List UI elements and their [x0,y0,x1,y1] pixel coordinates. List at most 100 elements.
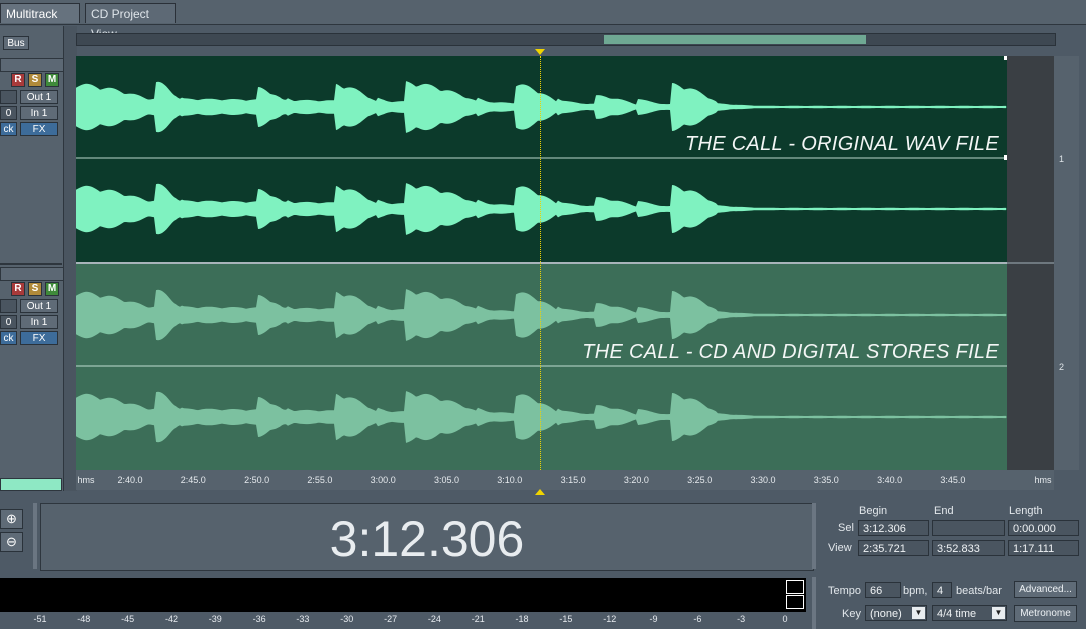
track-number-column: 1 2 [1054,56,1079,470]
tab-bar: Multitrack View CD Project View [0,0,1086,41]
meter-scale-label: -33 [296,614,310,624]
track-2-name-field[interactable] [0,267,64,281]
view-begin-field[interactable]: 2:35.721 [858,540,929,556]
ruler-tick-label: 3:35.0 [813,475,839,485]
panel-splitter-3[interactable] [812,577,816,629]
meter-scale-label: -45 [121,614,135,624]
track-1-volume-value[interactable]: 0 [0,106,17,120]
playhead-bottom-marker-icon[interactable] [535,489,545,495]
panel-splitter[interactable] [33,503,37,569]
meter-scale-label: -36 [252,614,266,624]
meter-scale-label: -51 [33,614,47,624]
track-1-waveform [76,81,1007,235]
sel-end-field[interactable] [932,520,1005,536]
zoom-in-vertical-icon[interactable]: ⊕ [0,509,23,529]
ruler-tick-label: 2:50.0 [244,475,270,485]
playhead-cursor[interactable] [540,56,541,470]
meter-scale-label: -48 [77,614,91,624]
meter-scale-label: -15 [559,614,573,624]
track-1-lock-button[interactable]: ck [0,122,17,136]
view-length-field[interactable]: 1:17.111 [1008,540,1079,556]
ruler-tick-label: 3:40.0 [877,475,903,485]
tab-multitrack-view[interactable]: Multitrack View [0,3,80,41]
ruler-tick-label: 3:05.0 [433,475,460,485]
ruler-tick-label: 2:55.0 [307,475,333,485]
overview-view-range[interactable] [604,35,866,44]
meter-scale-label: -21 [471,614,485,624]
key-select-value: (none) [870,608,902,620]
playhead-top-marker-icon[interactable] [535,49,545,55]
time-signature-value: 4/4 time [937,608,977,620]
ruler-tick-label: 3:00.0 [370,475,396,485]
empty-track-divider [1007,262,1054,264]
track-1-name-field[interactable] [0,58,64,72]
selection-view-panel: Begin End Length Sel View 3:12.306 0:00.… [820,503,1086,569]
waveform-area[interactable]: THE CALL - ORIGINAL WAV FILE THE CALL - … [76,56,1009,470]
ruler-tick-label: 3:20.0 [623,475,649,485]
track-2-lock-button[interactable]: ck [0,331,17,345]
track-1-volume-field[interactable] [0,90,17,104]
track-2-clip[interactable]: THE CALL - CD AND DIGITAL STORES FILE [76,264,1007,470]
track-2-output-button[interactable]: Out 1 [20,299,58,313]
track-1-mute-button[interactable]: M [45,73,59,87]
meter-scale-label: -6 [693,614,702,624]
zoom-out-vertical-icon[interactable]: ⊖ [0,532,23,552]
ruler-tick-label: 3:25.0 [687,475,713,485]
beats-per-bar-field[interactable]: 4 [932,582,952,598]
meter-scale-label: -42 [164,614,178,624]
sel-label: Sel [838,522,854,534]
meter-scale-label: 0 [782,614,788,624]
track-separator [0,263,62,265]
track-2-fx-button[interactable]: FX [20,331,58,345]
bpm-label: bpm, [903,585,928,597]
clip-indicator-right[interactable] [786,595,804,609]
metronome-button[interactable]: Metronome [1014,605,1077,622]
tab-cd-project-view[interactable]: CD Project View [85,3,176,41]
ruler-tick-label: 2:40.0 [117,475,143,485]
track-2-record-button[interactable]: R [11,282,25,296]
track-1-clip[interactable]: THE CALL - ORIGINAL WAV FILE [76,56,1007,262]
clip-indicator-left[interactable] [786,580,804,594]
track-2-volume-field[interactable] [0,299,17,313]
track-1-fx-button[interactable]: FX [20,122,58,136]
tempo-bpm-field[interactable]: 66 [865,582,901,598]
track-2-clip-label: THE CALL - CD AND DIGITAL STORES FILE [582,341,999,363]
overview-bar[interactable] [76,33,1056,46]
bus-button[interactable]: Bus [3,36,29,50]
track-2-waveform [76,289,1007,443]
ruler-end-label: hms [1034,475,1052,485]
view-label: View [828,542,852,554]
key-select[interactable]: (none) ▼ [865,605,927,621]
time-signature-select[interactable]: 4/4 time ▼ [932,605,1007,621]
timeline-ruler[interactable]: hms 2:40.0 2:45.0 2:50.0 2:55.0 3:00.0 3:05.0… [76,470,1054,490]
meter-scale-label: -3 [737,614,746,624]
advanced-button[interactable]: Advanced... [1014,581,1077,598]
ruler-tick-label: 3:45.0 [940,475,966,485]
track-1-output-button[interactable]: Out 1 [20,90,58,104]
track-1-solo-button[interactable]: S [28,73,42,87]
begin-header: Begin [859,505,888,517]
meter-scale-label: -9 [649,614,658,624]
track-1-input-button[interactable]: In 1 [20,106,58,120]
beats-per-bar-label: beats/bar [956,585,1002,597]
view-end-field[interactable]: 3:52.833 [932,540,1005,556]
sel-begin-field[interactable]: 3:12.306 [858,520,929,536]
track-2-solo-button[interactable]: S [28,282,42,296]
current-time-display: 3:12.306 [329,511,525,567]
ruler-tick-label: 2:45.0 [180,475,206,485]
sel-length-field[interactable]: 0:00.000 [1008,520,1079,536]
track-2-mute-button[interactable]: M [45,282,59,296]
track-2-input-button[interactable]: In 1 [20,315,58,329]
ruler-tick-label: 3:15.0 [560,475,586,485]
meter-scale-label: -18 [515,614,529,624]
track-2-number: 2 [1059,362,1065,372]
chevron-down-icon[interactable]: ▼ [912,607,925,619]
end-header: End [934,505,954,517]
tempo-label: Tempo [828,585,862,597]
panel-splitter-2[interactable] [812,503,816,569]
chevron-down-icon[interactable]: ▼ [992,607,1005,619]
meter-scale-label: -27 [384,614,398,624]
track-2-volume-value[interactable]: 0 [0,315,17,329]
header-scrollbar[interactable] [0,478,62,491]
track-1-record-button[interactable]: R [11,73,25,87]
